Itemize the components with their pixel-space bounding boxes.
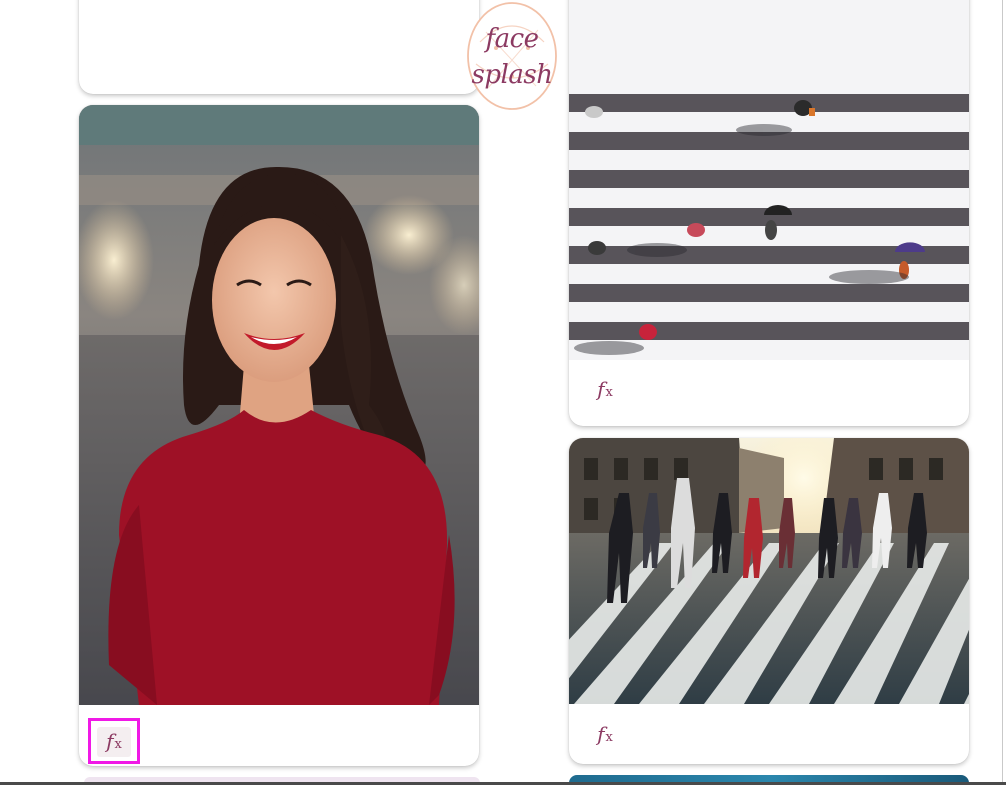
logo-text-splash: splash <box>471 60 553 90</box>
logo-text-face: face <box>485 24 539 54</box>
fx-icon-label: f <box>597 377 605 401</box>
portrait-photo[interactable] <box>79 105 479 705</box>
logo-face-outline-icon <box>467 2 557 110</box>
fx-icon-label: f <box>597 722 605 746</box>
street-crossing-photo[interactable] <box>569 438 969 704</box>
fx-icon-sub: x <box>114 737 122 752</box>
card-remnant-top-left <box>79 0 479 94</box>
scrollbar-edge <box>1002 0 1003 785</box>
face-effects-button[interactable]: fx <box>579 711 631 757</box>
fx-icon-sub: x <box>605 385 613 400</box>
photo-card-crosswalk-aerial[interactable]: fx <box>569 0 969 426</box>
face-effects-button[interactable]: fx <box>579 366 631 412</box>
photo-card-portrait[interactable]: fx <box>79 105 479 766</box>
fx-icon-sub: x <box>605 730 613 745</box>
fx-icon-label: f <box>106 729 114 753</box>
face-effects-button-highlighted-label[interactable]: fx <box>88 718 140 764</box>
crosswalk-aerial-photo[interactable] <box>569 0 969 360</box>
photo-card-street-crossing[interactable]: fx <box>569 438 969 764</box>
card-footer: fx <box>569 360 969 426</box>
card-footer: fx <box>569 704 969 764</box>
faceplash-logo[interactable]: face splash <box>466 2 558 112</box>
